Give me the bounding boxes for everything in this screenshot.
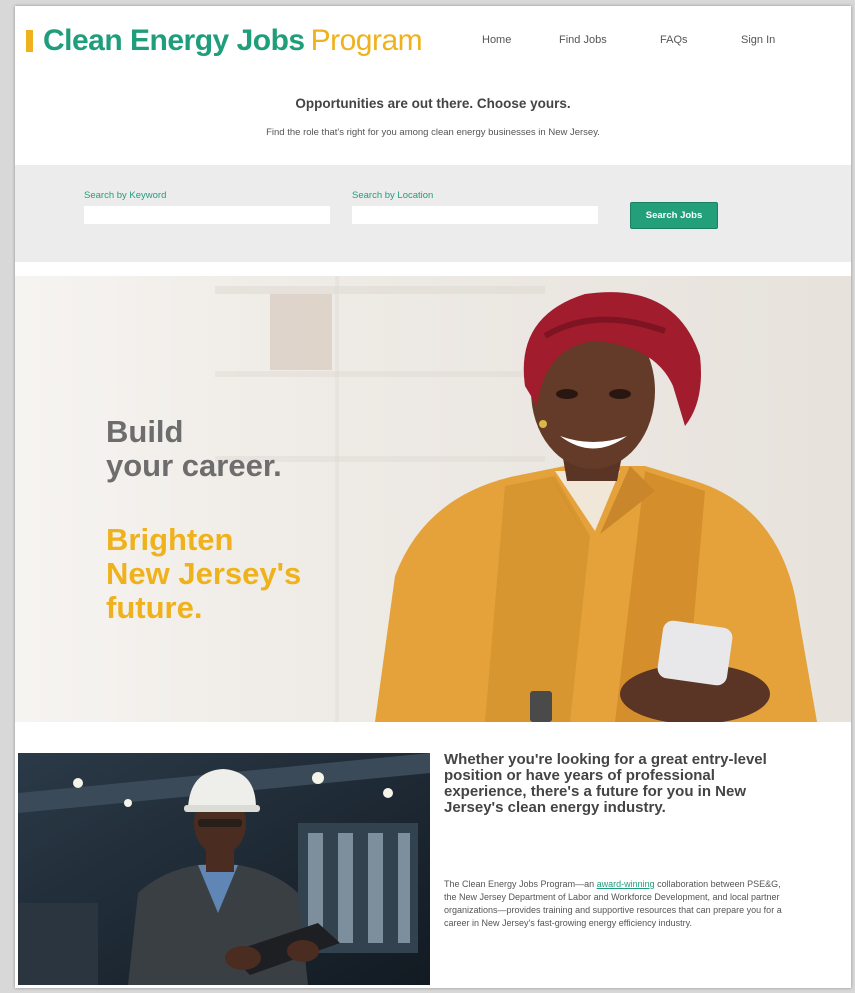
engineer-illustration <box>18 753 430 985</box>
keyword-input[interactable] <box>84 206 330 224</box>
nav-sign-in[interactable]: Sign In <box>741 34 775 46</box>
background-shelf-post <box>335 276 339 722</box>
hero-photo-woman <box>375 292 817 722</box>
job-search-bar: Search by Keyword Search by Location <box>15 165 851 262</box>
hero-headline-gold: Brighten New Jersey's future. <box>106 523 301 625</box>
location-input[interactable] <box>352 206 598 224</box>
intro-subheading: Find the role that's right for you among… <box>266 127 600 138</box>
feature-heading: Whether you're looking for a great entry… <box>444 751 767 816</box>
hero-banner: Build your career. Brighten New Jersey's… <box>15 276 851 722</box>
logo-name-light: Program <box>310 24 423 57</box>
feature-photo-engineer <box>18 753 430 985</box>
feature-body: The Clean Energy Jobs Program—an award-w… <box>444 878 794 930</box>
hero-line: Build <box>106 414 184 449</box>
location-label: Search by Location <box>352 190 434 201</box>
site-logo[interactable]: Clean Energy Jobs Program <box>26 24 423 58</box>
hero-line: future. <box>106 590 203 625</box>
nav-find-jobs[interactable]: Find Jobs <box>559 34 607 46</box>
logo-text: Clean Energy Jobs Program <box>43 24 423 58</box>
keyword-label: Search by Keyword <box>84 190 167 201</box>
intro-heading: Opportunities are out there. Choose your… <box>295 96 571 111</box>
hero-line: Brighten <box>106 522 234 557</box>
feature-body-text: The Clean Energy Jobs Program—an <box>444 879 597 889</box>
nav-faqs[interactable]: FAQs <box>660 34 688 46</box>
hero-headline-gray: Build your career. <box>106 415 282 483</box>
award-winning-link[interactable]: award-winning <box>597 879 655 889</box>
nav-home[interactable]: Home <box>482 34 511 46</box>
page-frame: Clean Energy Jobs Program Home Find Jobs … <box>15 6 851 988</box>
background-books <box>270 294 332 370</box>
hero-line: your career. <box>106 448 282 483</box>
logo-accent-bar <box>26 30 33 52</box>
logo-name-bold: Clean Energy Jobs <box>43 24 305 57</box>
intro-section: Opportunities are out there. Choose your… <box>15 70 851 165</box>
search-jobs-button[interactable]: Search Jobs <box>630 202 718 229</box>
hero-line: New Jersey's <box>106 556 302 591</box>
site-header: Clean Energy Jobs Program Home Find Jobs … <box>15 6 851 70</box>
